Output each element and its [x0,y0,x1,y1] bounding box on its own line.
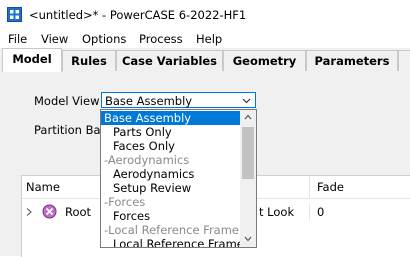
group-forces: -Forces [101,195,240,209]
menu-options[interactable]: Options [82,32,126,46]
option-parts-only[interactable]: Parts Only [101,125,240,139]
option-setup-review[interactable]: Setup Review [101,181,240,195]
column-separator[interactable] [309,176,310,198]
option-local-reference-frame[interactable]: Local Reference Frame [101,237,244,247]
menu-file[interactable]: File [8,32,27,46]
option-label: Faces Only [113,139,175,153]
tree-row-look: t Look [259,205,295,219]
tab-bar: Model Rules Case Variables Geometry Para… [0,48,410,73]
root-node-icon [42,204,57,219]
tree-row-fade: 0 [317,205,325,219]
column-name[interactable]: Name [26,180,60,194]
group-label: -Forces [104,195,146,209]
model-view-dropdown-list[interactable]: Base Assembly Parts Only Faces Only -Aer… [100,109,257,248]
option-label: Aerodynamics [113,167,195,181]
row-separator [309,203,310,221]
tab-model[interactable]: Model [2,48,62,73]
menu-help[interactable]: Help [196,32,222,46]
group-label: -Local Reference Frame [104,223,240,237]
dropdown-scrollbar[interactable] [240,110,256,247]
model-view-value: Base Assembly [105,94,193,108]
tab-parameters[interactable]: Parameters [306,50,398,71]
group-aerodynamics: -Aerodynamics [101,153,240,167]
option-label: Setup Review [113,181,192,195]
tab-geometry[interactable]: Geometry [223,50,306,71]
tab-overflow[interactable] [398,50,410,71]
option-label: Forces [113,209,151,223]
model-view-select[interactable]: Base Assembly [101,92,256,108]
option-label: Parts Only [113,125,172,139]
partition-label: Partition Bas [34,123,107,137]
option-base-assembly[interactable]: Base Assembly [101,111,240,125]
menu-process[interactable]: Process [139,32,183,46]
option-faces-only[interactable]: Faces Only [101,139,240,153]
chevron-down-icon [242,98,251,104]
option-label: Local Reference Frame [113,237,244,248]
chevron-right-icon[interactable] [26,208,32,216]
group-local-reference-frame: -Local Reference Frame [101,223,240,237]
title-bar: <untitled>* - PowerCASE 6-2022-HF1 [0,0,410,30]
tree-row-name: Root [65,205,92,219]
scroll-down-icon[interactable] [244,236,252,242]
scroll-up-icon[interactable] [244,114,252,120]
tab-rules[interactable]: Rules [62,50,116,71]
scroll-thumb[interactable] [242,127,254,179]
option-label: Base Assembly [104,111,192,125]
column-fade[interactable]: Fade [317,180,344,194]
menu-bar: File View Options Process Help [0,30,410,48]
tab-case-variables[interactable]: Case Variables [116,50,223,71]
window-title: <untitled>* - PowerCASE 6-2022-HF1 [29,8,247,22]
powercase-app-icon [7,7,22,22]
model-view-label: Model View [34,94,100,108]
option-aerodynamics[interactable]: Aerodynamics [101,167,240,181]
option-forces[interactable]: Forces [101,209,240,223]
menu-view[interactable]: View [41,32,68,46]
group-label: -Aerodynamics [104,153,190,167]
